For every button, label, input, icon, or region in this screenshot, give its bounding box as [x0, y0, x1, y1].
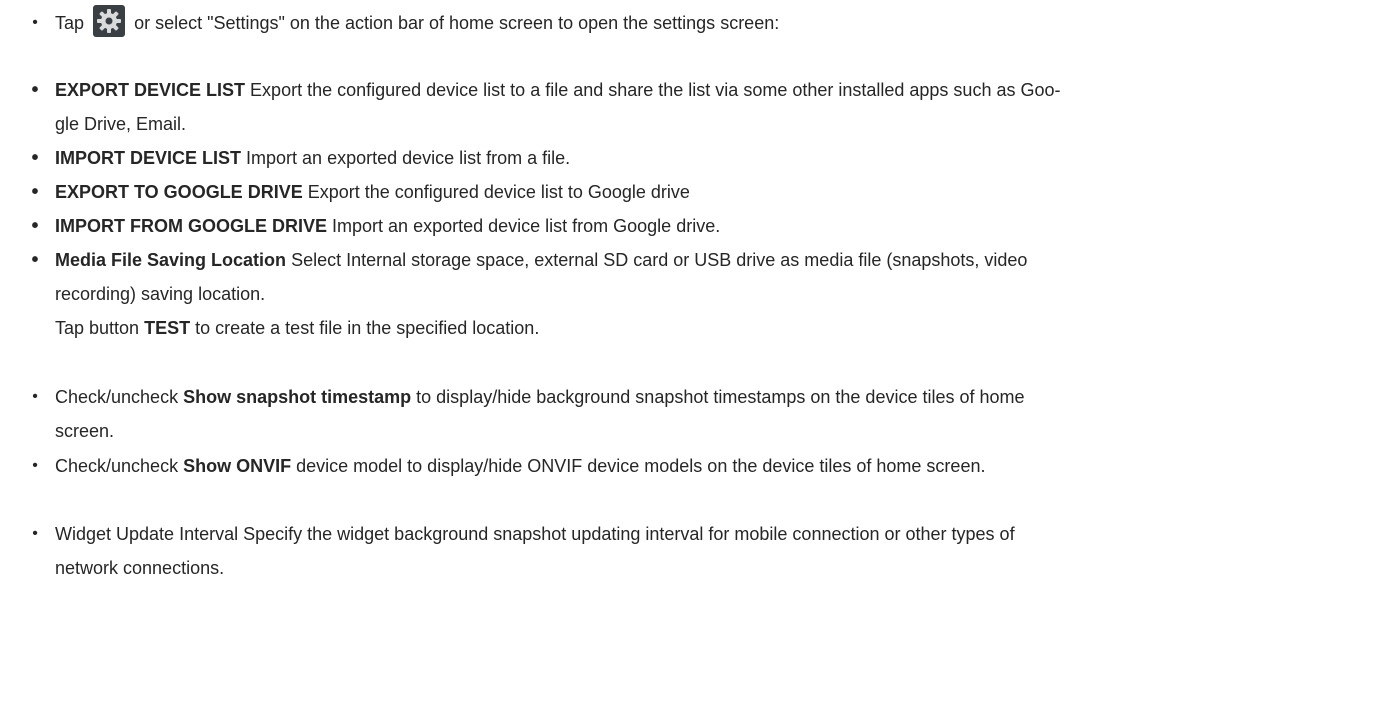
gear-icon	[93, 5, 126, 38]
bullet: •	[31, 79, 39, 101]
item-text: Widget Update Interval Specify the widge…	[55, 524, 1015, 544]
item-label: IMPORT FROM GOOGLE DRIVE	[55, 216, 328, 236]
item-text-post: to display/hide background snapshot time…	[416, 387, 1025, 407]
item-text-pre: Tap button	[55, 318, 140, 338]
item-label: IMPORT DEVICE LIST	[55, 148, 242, 168]
test-label: TEST	[144, 318, 191, 338]
bullet: •	[31, 147, 39, 169]
item-text: Import an exported device list from Goog…	[332, 216, 721, 236]
item-text-post: or select "Settings" on the action bar o…	[134, 13, 780, 33]
item-text: Import an exported device list from a fi…	[246, 148, 571, 168]
item-label: EXPORT DEVICE LIST	[55, 80, 246, 100]
item-label: Media File Saving Location	[55, 250, 287, 270]
bullet: •	[32, 388, 38, 405]
item-text-pre: Check/uncheck	[55, 387, 179, 407]
bullet: •	[31, 181, 39, 203]
item-text-pre: Check/uncheck	[55, 456, 179, 476]
bullet: •	[32, 525, 38, 542]
bullet: •	[32, 457, 38, 474]
item-text: Select Internal storage space, external …	[291, 250, 1028, 270]
item-text-pre: Tap	[55, 13, 85, 33]
bullet: •	[32, 14, 38, 31]
item-text: Export the configured device list to a f…	[250, 80, 1061, 100]
bullet: •	[31, 249, 39, 271]
item-text-post: device model to display/hide ONVIF devic…	[296, 456, 986, 476]
item-text: gle Drive, Email.	[55, 114, 187, 134]
item-text-post: to create a test file in the specified l…	[195, 318, 540, 338]
item-label: EXPORT TO GOOGLE DRIVE	[55, 182, 303, 202]
item-label: Show ONVIF	[183, 456, 292, 476]
document-body: • Tap or select "Settings" on the action…	[0, 0, 1394, 715]
item-text: Export the configured device list to Goo…	[307, 182, 690, 202]
item-text: network connections.	[55, 558, 225, 578]
item-text: recording) saving location.	[55, 284, 266, 304]
item-text: screen.	[55, 421, 115, 441]
item-label: Show snapshot timestamp	[183, 387, 412, 407]
bullet: •	[31, 215, 39, 237]
